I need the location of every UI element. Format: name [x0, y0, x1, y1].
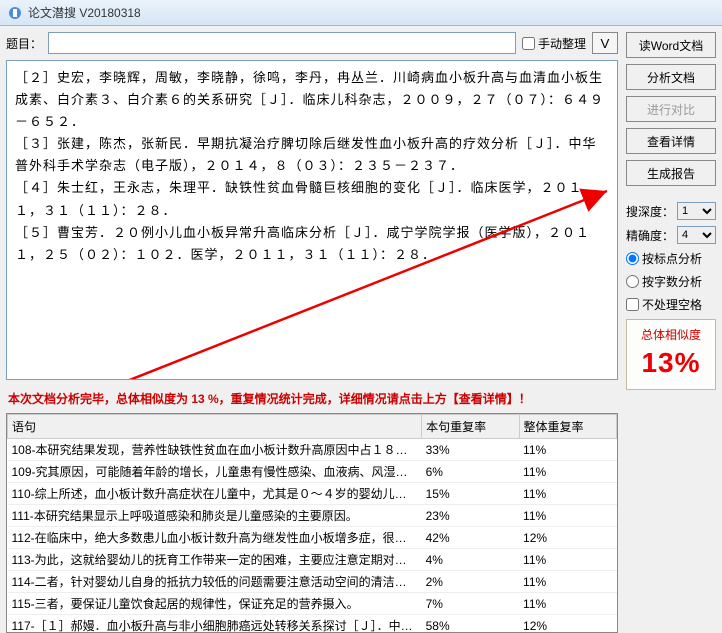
results-table-wrap[interactable]: 语句 本句重复率 整体重复率 108-本研究结果发现，营养性缺铁性贫血在血小板计…: [6, 413, 618, 633]
ref-line: ［２］史宏，李晓辉，周敏，李晓静，徐鸣，李丹，冉丛兰．川崎病血小板升高与血清血小…: [15, 67, 609, 133]
by-punct-radio[interactable]: [626, 252, 639, 265]
by-chars-radio[interactable]: [626, 275, 639, 288]
v-button[interactable]: V: [592, 32, 618, 54]
app-icon: [8, 6, 22, 20]
table-cell: 117-［１］郝嫚．血小板升高与非小细胞肺癌远处转移关系探讨［Ｊ］．中国医学创新…: [8, 615, 422, 633]
details-button[interactable]: 查看详情: [626, 128, 716, 154]
table-cell: 11%: [519, 439, 616, 461]
similarity-label: 总体相似度: [629, 326, 713, 343]
table-row[interactable]: 117-［１］郝嫚．血小板升高与非小细胞肺癌远处转移关系探讨［Ｊ］．中国医学创新…: [8, 615, 617, 633]
table-cell: 12%: [519, 615, 616, 633]
table-cell: 12%: [519, 527, 616, 549]
table-cell: 115-三者，要保证儿童饮食起居的规律性，保证充足的营养摄入。: [8, 593, 422, 615]
table-row[interactable]: 113-为此，这就给婴幼儿的抚育工作带来一定的困难，主要应注意定期对婴幼儿进行常…: [8, 549, 617, 571]
topic-input[interactable]: [48, 32, 516, 54]
table-cell: 33%: [422, 439, 519, 461]
compare-button: 进行对比: [626, 96, 716, 122]
table-row[interactable]: 111-本研究结果显示上呼吸道感染和肺炎是儿童感染的主要原因。23%11%: [8, 505, 617, 527]
table-cell: 58%: [422, 615, 519, 633]
table-cell: 11%: [519, 571, 616, 593]
similarity-box: 总体相似度 13%: [626, 319, 716, 390]
table-row[interactable]: 114-二者，针对婴幼儿自身的抵抗力较低的问题需要注意活动空间的清洁和除菌，防止…: [8, 571, 617, 593]
table-cell: 42%: [422, 527, 519, 549]
table-cell: 11%: [519, 505, 616, 527]
window-title: 论文潜搜 V20180318: [28, 4, 141, 21]
manual-checkbox[interactable]: [522, 37, 535, 50]
table-row[interactable]: 112-在临床中，绝大多数患儿血小板计数升高为继发性血小板增多症，很少出现症状，…: [8, 527, 617, 549]
table-cell: 11%: [519, 483, 616, 505]
table-cell: 111-本研究结果显示上呼吸道感染和肺炎是儿童感染的主要原因。: [8, 505, 422, 527]
depth-select[interactable]: 1: [677, 202, 716, 220]
manual-checkbox-label: 手动整理: [538, 35, 586, 52]
by-punct-label: 按标点分析: [642, 250, 702, 267]
table-cell: 4%: [422, 549, 519, 571]
status-message: 本次文档分析完毕，总体相似度为 13 %，重复情况统计完成，详细情况请点击上方【…: [8, 390, 618, 407]
table-row[interactable]: 110-综上所述，血小板计数升高症状在儿童中，尤其是０～４岁的婴幼儿间较为常见，…: [8, 483, 617, 505]
table-cell: 2%: [422, 571, 519, 593]
read-word-button[interactable]: 读Word文档: [626, 32, 716, 58]
similarity-value: 13%: [629, 347, 713, 379]
table-row[interactable]: 108-本研究结果发现，营养性缺铁性贫血在血小板计数升高原因中占１８．６％，另外…: [8, 439, 617, 461]
precision-label: 精确度：: [626, 227, 674, 244]
table-cell: 109-究其原因，可能随着年龄的增长，儿童患有慢性感染、血液病、风湿及结缔组织疾…: [8, 461, 422, 483]
topic-label: 题目：: [6, 35, 42, 52]
table-cell: 23%: [422, 505, 519, 527]
manual-checkbox-wrap[interactable]: 手动整理: [522, 35, 586, 52]
table-cell: 11%: [519, 549, 616, 571]
by-punct-radio-wrap[interactable]: 按标点分析: [626, 250, 716, 267]
no-space-check-wrap[interactable]: 不处理空格: [626, 296, 716, 313]
depth-label: 搜深度：: [626, 203, 674, 220]
table-cell: 114-二者，针对婴幼儿自身的抵抗力较低的问题需要注意活动空间的清洁和除菌，防止…: [8, 571, 422, 593]
ref-line: ［５］曹宝芳．２０例小儿血小板异常升高临床分析［Ｊ］．咸宁学院学报（医学版），２…: [15, 222, 609, 266]
col-total-rate[interactable]: 整体重复率: [519, 415, 616, 439]
table-cell: 15%: [422, 483, 519, 505]
no-space-checkbox[interactable]: [626, 298, 639, 311]
table-cell: 11%: [519, 593, 616, 615]
ref-line: ［４］朱士红，王永志，朱理平．缺铁性贫血骨髓巨核细胞的变化［Ｊ］．临床医学，２０…: [15, 177, 609, 221]
results-table: 语句 本句重复率 整体重复率 108-本研究结果发现，营养性缺铁性贫血在血小板计…: [7, 414, 617, 633]
table-cell: 7%: [422, 593, 519, 615]
by-chars-label: 按字数分析: [642, 273, 702, 290]
col-sent-rate[interactable]: 本句重复率: [422, 415, 519, 439]
table-row[interactable]: 109-究其原因，可能随着年龄的增长，儿童患有慢性感染、血液病、风湿及结缔组织疾…: [8, 461, 617, 483]
references-textarea[interactable]: ［２］史宏，李晓辉，周敏，李晓静，徐鸣，李丹，冉丛兰．川崎病血小板升高与血清血小…: [6, 60, 618, 380]
table-row[interactable]: 115-三者，要保证儿童饮食起居的规律性，保证充足的营养摄入。7%11%: [8, 593, 617, 615]
title-bar: 论文潜搜 V20180318: [0, 0, 722, 26]
table-cell: 113-为此，这就给婴幼儿的抚育工作带来一定的困难，主要应注意定期对婴幼儿进行常…: [8, 549, 422, 571]
table-cell: 112-在临床中，绝大多数患儿血小板计数升高为继发性血小板增多症，很少出现症状，…: [8, 527, 422, 549]
table-cell: 6%: [422, 461, 519, 483]
table-cell: 110-综上所述，血小板计数升高症状在儿童中，尤其是０～４岁的婴幼儿间较为常见，…: [8, 483, 422, 505]
ref-line: ［３］张建，陈杰，张新民．早期抗凝治疗脾切除后继发性血小板升高的疗效分析［Ｊ］．…: [15, 133, 609, 177]
col-sentence[interactable]: 语句: [8, 415, 422, 439]
analyze-button[interactable]: 分析文档: [626, 64, 716, 90]
no-space-label: 不处理空格: [642, 296, 702, 313]
report-button[interactable]: 生成报告: [626, 160, 716, 186]
by-chars-radio-wrap[interactable]: 按字数分析: [626, 273, 716, 290]
precision-select[interactable]: 4: [677, 226, 716, 244]
table-cell: 108-本研究结果发现，营养性缺铁性贫血在血小板计数升高原因中占１８．６％，另外…: [8, 439, 422, 461]
table-cell: 11%: [519, 461, 616, 483]
